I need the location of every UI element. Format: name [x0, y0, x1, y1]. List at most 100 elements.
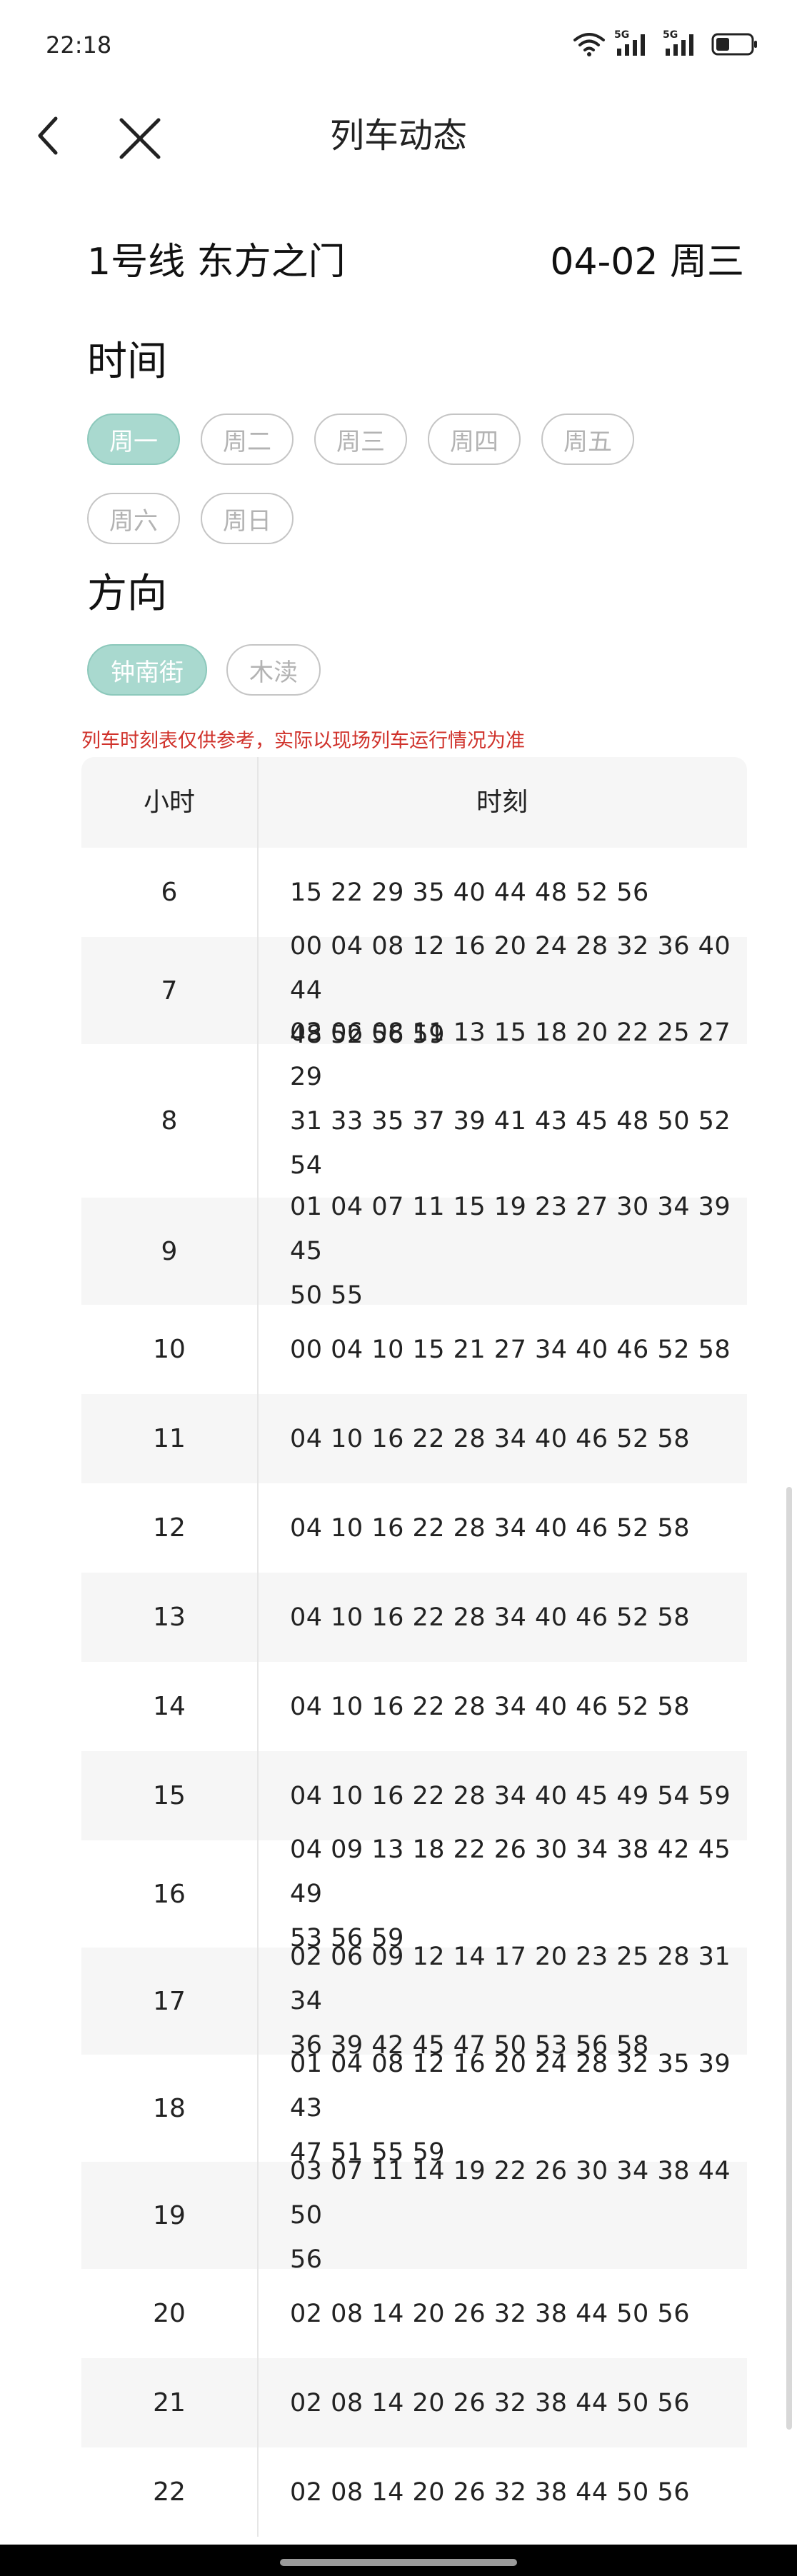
- departure-times: 15 22 29 35 40 44 48 52 56: [290, 871, 649, 915]
- departure-times: 03 07 11 14 19 22 26 30 34 38 44 50 56: [290, 2149, 733, 2282]
- table-row: 21 02 08 14 20 26 32 38 44 50 56: [81, 2358, 747, 2447]
- departure-times-line: 01 04 07 11 15 19 23 27 30 34 39 45: [290, 1193, 731, 1266]
- chip-label: 周一: [109, 427, 158, 456]
- hour-cell: 12: [153, 1513, 186, 1543]
- departure-times-line: 04 10 16 22 28 34 40 46 52 58: [290, 1513, 690, 1543]
- departure-times: 02 08 14 20 26 32 38 44 50 56: [290, 2470, 690, 2515]
- table-row: 14 04 10 16 22 28 34 40 46 52 58: [81, 1662, 747, 1751]
- departure-times-cell: 02 08 14 20 26 32 38 44 50 56: [290, 2358, 733, 2447]
- departure-times-line: 01 04 08 12 16 20 24 28 32 35 39 43: [290, 2050, 731, 2123]
- chip-label: 周四: [450, 427, 498, 456]
- departure-times-line: 02 08 14 20 26 32 38 44 50 56: [290, 2388, 690, 2417]
- departure-times-line: 15 22 29 35 40 44 48 52 56: [290, 878, 649, 907]
- day-chip-wed[interactable]: 周三: [314, 414, 407, 465]
- chip-label: 周六: [109, 506, 158, 536]
- day-chip-mon[interactable]: 周一: [87, 414, 180, 465]
- line-name: 1号线 东方之门: [87, 241, 346, 284]
- table-row: 20 02 08 14 20 26 32 38 44 50 56: [81, 2269, 747, 2358]
- departure-times-line: 04 10 16 22 28 34 40 46 52 58: [290, 1692, 690, 1721]
- hour-cell: 21: [153, 2388, 186, 2417]
- page: 22:18 5G 5G 列车动态 1号线 东方之门 04-02 周三 时间 周一…: [0, 0, 797, 2576]
- column-header-time: 时刻: [476, 788, 528, 817]
- chip-label: 钟南街: [111, 658, 184, 687]
- day-chip-thu[interactable]: 周四: [428, 414, 521, 465]
- hour-cell: 10: [153, 1335, 186, 1364]
- departure-times-cell: 02 08 14 20 26 32 38 44 50 56: [290, 2447, 733, 2537]
- day-chip-sat[interactable]: 周六: [87, 493, 180, 544]
- status-bar: 22:18 5G 5G: [0, 0, 797, 93]
- departure-times: 04 10 16 22 28 34 40 46 52 58: [290, 1685, 690, 1729]
- hour-cell: 22: [153, 2477, 186, 2507]
- direction-chip-mudu[interactable]: 木渎: [226, 644, 321, 696]
- departure-times-cell: 02 08 14 20 26 32 38 44 50 56: [290, 2269, 733, 2358]
- table-header: 小时 时刻: [81, 757, 747, 848]
- page-title: 列车动态: [329, 116, 467, 156]
- departure-times-line: 02 08 14 20 26 32 38 44 50 56: [290, 2477, 690, 2507]
- direction-chip-zhongnanjie[interactable]: 钟南街: [87, 644, 207, 696]
- table-row: 11 04 10 16 22 28 34 40 46 52 58: [81, 1394, 747, 1483]
- hour-cell: 14: [153, 1692, 186, 1721]
- column-divider: [257, 757, 259, 2537]
- hour-cell: 11: [153, 1424, 186, 1453]
- departure-times-line: 31 33 35 37 39 41 43 45 48 50 52 54: [290, 1106, 731, 1180]
- hour-cell: 15: [153, 1781, 186, 1810]
- table-row: 19 03 07 11 14 19 22 26 30 34 38 44 50 56: [81, 2157, 747, 2274]
- departure-times: 04 10 16 22 28 34 40 46 52 58: [290, 1417, 690, 1461]
- column-header-hour: 小时: [143, 788, 195, 817]
- departure-times: 04 10 16 22 28 34 40 46 52 58: [290, 1595, 690, 1640]
- departure-times-cell: 00 04 10 15 21 27 34 40 46 52 58: [290, 1305, 733, 1394]
- direction-section-title: 方向: [87, 571, 167, 617]
- day-chip-fri[interactable]: 周五: [541, 414, 634, 465]
- table-row: 10 00 04 10 15 21 27 34 40 46 52 58: [81, 1305, 747, 1394]
- status-time: 22:18: [46, 31, 112, 59]
- hour-cell: 18: [153, 2093, 186, 2123]
- departure-times-line: 03 07 11 14 19 22 26 30 34 38 44 50: [290, 2157, 731, 2230]
- departure-times-line: 02 08 14 20 26 32 38 44 50 56: [290, 2299, 690, 2328]
- table-row: 16 04 09 13 18 22 26 30 34 38 42 45 49 53 …: [81, 1835, 747, 1953]
- signal-5g-icon: 5G: [614, 30, 654, 59]
- departure-times-line: 04 10 16 22 28 34 40 46 52 58: [290, 1603, 690, 1632]
- table-row: 8 03 06 08 11 13 15 18 20 22 25 27 29 31 3…: [81, 1018, 747, 1224]
- table-row: 13 04 10 16 22 28 34 40 46 52 58: [81, 1573, 747, 1662]
- departure-times-cell: 04 10 16 22 28 34 40 46 52 58: [290, 1394, 733, 1483]
- departure-times-cell: 02 06 09 12 14 17 20 23 25 28 31 34 36 39…: [290, 1943, 733, 2060]
- hour-cell: 20: [153, 2299, 186, 2328]
- timetable-notice: 列车时刻表仅供参考，实际以现场列车运行情况为准: [81, 730, 525, 752]
- departure-times-line: 00 04 10 15 21 27 34 40 46 52 58: [290, 1335, 731, 1364]
- departure-times-line: 03 06 08 11 13 15 18 20 22 25 27 29: [290, 1018, 731, 1091]
- departure-times-line: 04 10 16 22 28 34 40 46 52 58: [290, 1424, 690, 1453]
- departure-times-cell: 04 09 13 18 22 26 30 34 38 42 45 49 53 56…: [290, 1835, 733, 1953]
- scrollbar[interactable]: [786, 1487, 792, 2430]
- chip-label: 周二: [223, 427, 271, 456]
- signal-5g-icon: 5G: [663, 30, 703, 59]
- departure-times: 00 04 10 15 21 27 34 40 46 52 58: [290, 1328, 731, 1372]
- hour-cell: 6: [161, 878, 178, 907]
- hour-cell: 16: [153, 1879, 186, 1909]
- status-icons: 5G 5G: [573, 29, 758, 60]
- departure-times-cell: 01 04 07 11 15 19 23 27 30 34 39 45 50 55: [290, 1193, 733, 1310]
- hour-cell: 13: [153, 1603, 186, 1632]
- day-chip-sun[interactable]: 周日: [201, 493, 294, 544]
- wifi-icon: [573, 33, 605, 56]
- line-date: 04-02 周三: [550, 241, 744, 284]
- nav-bar: 列车动态: [0, 100, 797, 171]
- hour-cell: 9: [161, 1236, 178, 1266]
- departure-times-cell: 03 07 11 14 19 22 26 30 34 38 44 50 56: [290, 2157, 733, 2274]
- departure-times-cell: 03 06 08 11 13 15 18 20 22 25 27 29 31 33…: [290, 1018, 733, 1224]
- day-chip-tue[interactable]: 周二: [201, 414, 294, 465]
- departure-times: 04 10 16 22 28 34 40 45 49 54 59: [290, 1774, 731, 1818]
- table-row: 12 04 10 16 22 28 34 40 46 52 58: [81, 1483, 747, 1573]
- departure-times-cell: 01 04 08 12 16 20 24 28 32 35 39 43 47 51…: [290, 2050, 733, 2167]
- departure-times-line: 04 09 13 18 22 26 30 34 38 42 45 49: [290, 1835, 731, 1908]
- chip-label: 周三: [336, 427, 385, 456]
- departure-times: 02 08 14 20 26 32 38 44 50 56: [290, 2381, 690, 2425]
- departure-times-line: 04 10 16 22 28 34 40 45 49 54 59: [290, 1781, 731, 1810]
- home-indicator[interactable]: [280, 2559, 517, 2566]
- departure-times-cell: 04 10 16 22 28 34 40 46 52 58: [290, 1573, 733, 1662]
- departure-times: 04 10 16 22 28 34 40 46 52 58: [290, 1506, 690, 1550]
- time-section-title: 时间: [87, 339, 167, 385]
- departure-times-line: 02 06 09 12 14 17 20 23 25 28 31 34: [290, 1943, 731, 2015]
- departure-times-line: 00 04 08 12 16 20 24 28 32 36 40 44: [290, 932, 731, 1005]
- departure-times: 01 04 07 11 15 19 23 27 30 34 39 45 50 55: [290, 1185, 733, 1318]
- table-row: 17 02 06 09 12 14 17 20 23 25 28 31 34 36 …: [81, 1943, 747, 2060]
